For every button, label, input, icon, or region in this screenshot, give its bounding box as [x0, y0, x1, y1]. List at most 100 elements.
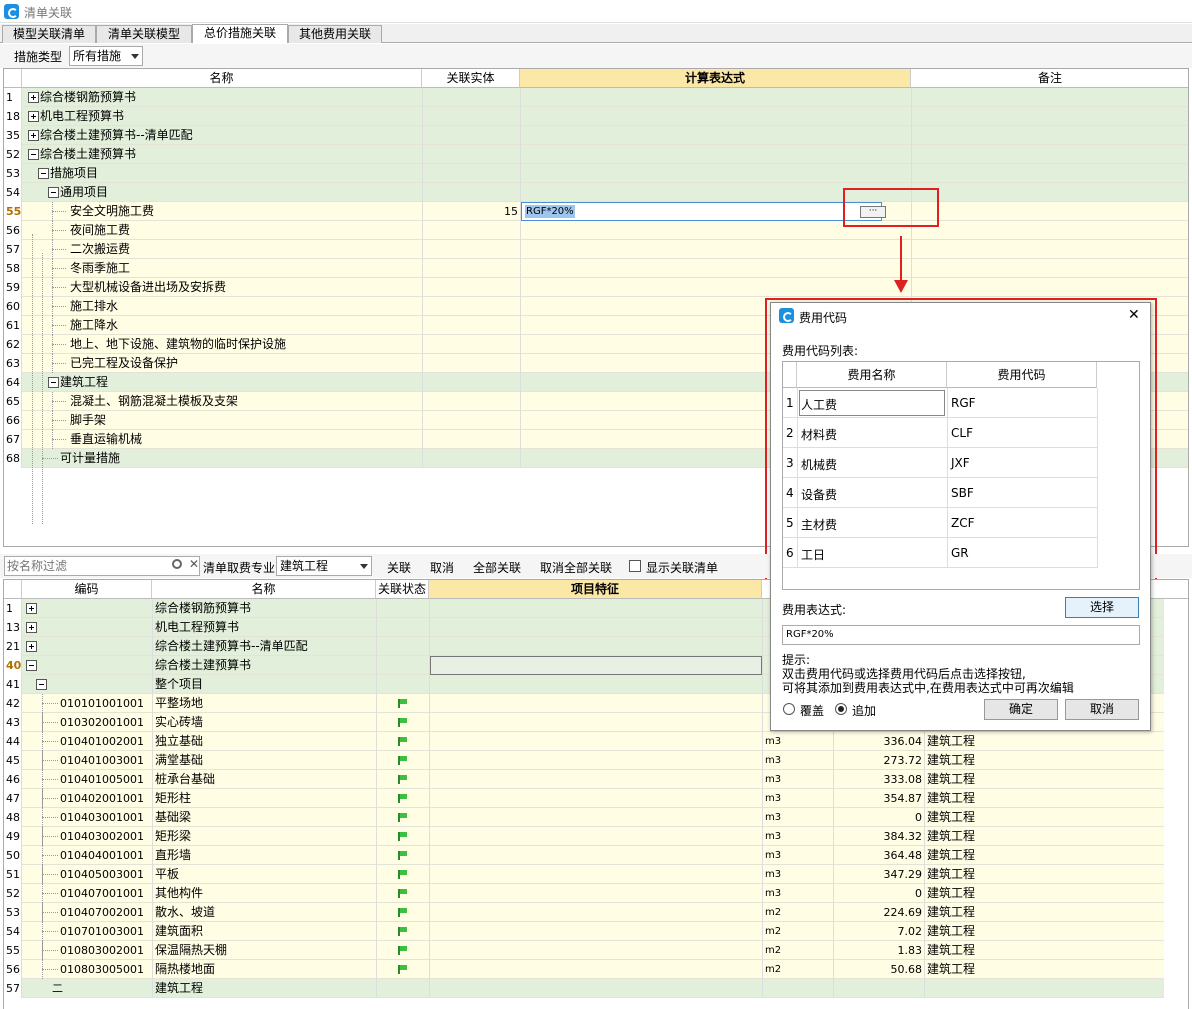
row-quantity: 347.29 [883, 868, 923, 881]
table-row[interactable]: 54 通用项目 [4, 183, 1188, 202]
table-row[interactable]: 18 机电工程预算书 [4, 107, 1188, 126]
link-all-button[interactable]: 全部关联 [473, 559, 521, 576]
cancel-link-button[interactable]: 取消 [430, 559, 454, 576]
cancel-button[interactable]: 取消 [1065, 699, 1139, 720]
row-quantity: 273.72 [883, 754, 923, 767]
measure-type-select[interactable]: 所有措施 [69, 46, 143, 66]
row-expression[interactable] [524, 259, 909, 278]
row-expression[interactable] [524, 240, 909, 259]
collapse-icon[interactable] [26, 660, 37, 671]
collapse-icon[interactable] [38, 168, 49, 179]
table-row[interactable]: 52 综合楼土建预算书 [4, 145, 1188, 164]
collapse-icon[interactable] [48, 377, 59, 388]
expand-icon[interactable] [26, 603, 37, 614]
list-item[interactable]: 47 010402001001 矩形柱 m3 354.87 建筑工程 [4, 789, 1164, 808]
header-expression[interactable]: 计算表达式 [520, 69, 911, 88]
col-sep [152, 922, 153, 941]
cost-code-row[interactable]: 4 设备费 SBF [783, 478, 1098, 508]
collapse-icon[interactable] [36, 679, 47, 690]
clear-icon[interactable]: ✕ [189, 557, 199, 571]
cost-code-row[interactable]: 3 机械费 JXF [783, 448, 1098, 478]
col-sep [376, 618, 377, 637]
list-item[interactable]: 52 010407001001 其他构件 m3 0 建筑工程 [4, 884, 1164, 903]
row-bill-name: 整个项目 [155, 677, 204, 691]
ok-button[interactable]: 确定 [984, 699, 1058, 720]
col-sep [429, 694, 430, 713]
row-expression[interactable] [524, 88, 909, 107]
row-number: 49 [4, 827, 22, 846]
list-item[interactable]: 56 010803005001 隔热楼地面 m2 50.68 建筑工程 [4, 960, 1164, 979]
cost-code-row[interactable]: 2 材料费 CLF [783, 418, 1098, 448]
list-item[interactable]: 44 010401002001 独立基础 m3 336.04 建筑工程 [4, 732, 1164, 751]
list-item[interactable]: 54 010701003001 建筑面积 m2 7.02 建筑工程 [4, 922, 1164, 941]
header-link-status[interactable]: 关联状态 [376, 580, 429, 599]
features-editor[interactable] [430, 656, 762, 675]
table-row[interactable]: 58 冬雨季施工 [4, 259, 1188, 278]
header-remark[interactable]: 备注 [911, 69, 1188, 88]
row-number: 35 [4, 126, 22, 145]
spec-select[interactable]: 建筑工程 [276, 556, 372, 576]
header-entity[interactable]: 关联实体 [422, 69, 520, 88]
collapse-icon[interactable] [28, 149, 39, 160]
row-expression[interactable] [524, 164, 909, 183]
row-number: 65 [4, 392, 22, 411]
table-row[interactable]: 35 综合楼土建预算书--清单匹配 [4, 126, 1188, 145]
expand-icon[interactable] [26, 622, 37, 633]
list-item[interactable]: 53 010407002001 散水、坡道 m2 224.69 建筑工程 [4, 903, 1164, 922]
append-radio[interactable] [835, 703, 847, 715]
tab-total-measures[interactable]: 总价措施关联 [192, 24, 288, 43]
cost-code-row[interactable]: 1 人工费 RGF [783, 388, 1098, 418]
col-sep [422, 411, 423, 430]
expand-icon[interactable] [28, 130, 39, 141]
show-linked-checkbox[interactable] [629, 560, 641, 572]
cost-code-row[interactable]: 5 主材费 ZCF [783, 508, 1098, 538]
table-row[interactable]: 57 二次搬运费 [4, 240, 1188, 259]
header-bill-name[interactable]: 名称 [152, 580, 376, 599]
header-name[interactable]: 名称 [22, 69, 422, 88]
list-item[interactable]: 46 010401005001 桩承台基础 m3 333.08 建筑工程 [4, 770, 1164, 789]
link-button[interactable]: 关联 [387, 559, 411, 576]
expand-icon[interactable] [28, 92, 39, 103]
expand-icon[interactable] [26, 641, 37, 652]
row-number: 68 [4, 449, 22, 468]
close-icon[interactable]: ✕ [1128, 307, 1140, 323]
search-icon[interactable] [172, 559, 182, 569]
collapse-icon[interactable] [48, 187, 59, 198]
tab-list-link-model[interactable]: 清单关联模型 [96, 25, 192, 43]
list-item[interactable]: 49 010403002001 矩形梁 m3 384.32 建筑工程 [4, 827, 1164, 846]
row-expression[interactable] [524, 145, 909, 164]
row-expression[interactable] [524, 126, 909, 145]
tab-model-link-list[interactable]: 模型关联清单 [2, 25, 96, 43]
table-row[interactable]: 59 大型机械设备进出场及安拆费 [4, 278, 1188, 297]
chevron-down-icon [360, 564, 368, 569]
col-sep [924, 903, 925, 922]
cancel-all-button[interactable]: 取消全部关联 [540, 559, 612, 576]
name-filter-input[interactable] [4, 556, 200, 576]
overwrite-radio[interactable] [783, 703, 795, 715]
col-sep [422, 297, 423, 316]
select-button[interactable]: 选择 [1065, 597, 1139, 618]
list-item[interactable]: 51 010405003001 平板 m3 347.29 建筑工程 [4, 865, 1164, 884]
expression-editor[interactable]: RGF*20% ··· [521, 202, 886, 221]
tree-line [42, 694, 43, 979]
table-row[interactable]: 1 综合楼钢筋预算书 [4, 88, 1188, 107]
list-item[interactable]: 45 010401003001 满堂基础 m3 273.72 建筑工程 [4, 751, 1164, 770]
header-code[interactable]: 编码 [22, 580, 152, 599]
list-item[interactable]: 50 010404001001 直形墙 m3 364.48 建筑工程 [4, 846, 1164, 865]
table-row[interactable]: 55 安全文明施工费 15 RGF*20% ··· [4, 202, 1188, 221]
table-row[interactable]: 53 措施项目 [4, 164, 1188, 183]
row-expression[interactable] [524, 107, 909, 126]
col-sep [422, 259, 423, 278]
tab-other-costs[interactable]: 其他费用关联 [288, 25, 382, 43]
list-item[interactable]: 57 二 建筑工程 [4, 979, 1164, 998]
header-features[interactable]: 项目特征 [429, 580, 762, 599]
list-item[interactable]: 48 010403001001 基础梁 m3 0 建筑工程 [4, 808, 1164, 827]
list-item[interactable]: 55 010803002001 保温隔热天棚 m2 1.83 建筑工程 [4, 941, 1164, 960]
cost-code-row[interactable]: 6 工日 GR [783, 538, 1098, 568]
expression-input[interactable]: RGF*20% [782, 625, 1140, 645]
table-row[interactable]: 56 夜间施工费 [4, 221, 1188, 240]
header-cost-name[interactable]: 费用名称 [797, 362, 947, 388]
expand-icon[interactable] [28, 111, 39, 122]
row-expression[interactable] [524, 278, 909, 297]
header-cost-code[interactable]: 费用代码 [947, 362, 1097, 388]
